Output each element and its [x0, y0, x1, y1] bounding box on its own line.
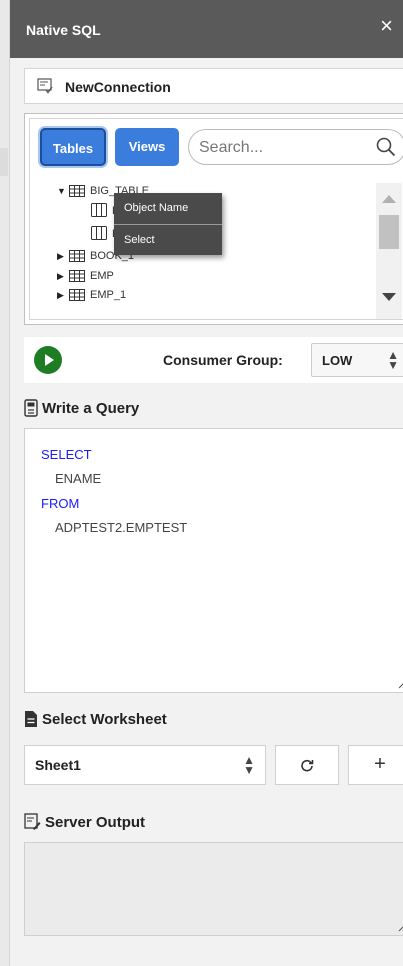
server-output-icon — [24, 813, 41, 830]
table-icon — [69, 250, 85, 262]
refresh-button[interactable] — [275, 745, 339, 785]
worksheet-heading: Select Worksheet — [42, 711, 167, 728]
scroll-down-icon[interactable] — [382, 293, 396, 301]
left-edge-tab — [0, 148, 8, 176]
collapse-arrow-icon[interactable]: ▶ — [57, 287, 69, 303]
consumer-group-select[interactable]: LOW ▲ ▼ — [311, 343, 403, 377]
tab-views[interactable]: Views — [115, 128, 179, 166]
collapse-arrow-icon[interactable]: ▶ — [57, 248, 69, 264]
tree-item-emp-1[interactable]: ▶ EMP_1 — [57, 287, 126, 303]
resize-handle-icon[interactable] — [398, 679, 403, 689]
refresh-icon — [301, 759, 314, 772]
select-caret-icon: ▲ ▼ — [387, 348, 399, 372]
search-placeholder: Search... — [199, 139, 264, 156]
server-output-box[interactable] — [24, 842, 403, 936]
tab-tables[interactable]: Tables — [40, 128, 106, 166]
query-icon — [24, 399, 38, 417]
select-caret-icon: ▲ ▼ — [243, 753, 255, 777]
consumer-group-label: Consumer Group: — [163, 352, 283, 368]
column-icon — [91, 226, 107, 240]
query-keyword: FROM — [41, 496, 80, 511]
context-menu-object-name[interactable]: Object Name — [114, 193, 222, 223]
table-icon — [69, 185, 85, 197]
query-keyword: SELECT — [41, 447, 92, 462]
worksheet-value: Sheet1 — [35, 757, 81, 773]
server-output-heading: Server Output — [45, 814, 146, 831]
context-menu: Object Name Select — [114, 193, 222, 255]
connection-icon — [37, 78, 53, 94]
tree-item-label: EMP — [90, 270, 114, 282]
query-heading: Write a Query — [42, 400, 140, 417]
panel-title: Native SQL — [26, 22, 101, 38]
consumer-group-bar: Consumer Group: LOW ▲ ▼ — [24, 337, 403, 383]
title-bar: Native SQL × — [10, 0, 403, 58]
tree-scrollbar[interactable] — [376, 183, 402, 319]
column-icon — [91, 203, 107, 217]
worksheet-select[interactable]: Sheet1 ▲ ▼ — [24, 745, 266, 785]
table-icon — [69, 270, 85, 282]
consumer-group-value: LOW — [322, 353, 353, 368]
query-editor[interactable]: SELECT ENAME FROM ADPTEST2.EMPTEST — [24, 428, 403, 693]
context-menu-select[interactable]: Select — [114, 224, 222, 254]
scroll-up-icon[interactable] — [382, 195, 396, 203]
close-icon[interactable]: × — [380, 15, 393, 37]
run-icon[interactable] — [34, 346, 62, 374]
search-icon[interactable] — [375, 136, 397, 158]
add-worksheet-button[interactable]: + — [348, 745, 403, 785]
query-identifier: ENAME — [55, 471, 102, 486]
search-input[interactable]: Search... — [188, 129, 403, 165]
tree-item-emp[interactable]: ▶ EMP — [57, 268, 114, 284]
worksheet-icon — [25, 711, 37, 727]
scroll-thumb[interactable] — [379, 215, 399, 249]
resize-handle-icon[interactable] — [398, 922, 403, 932]
query-identifier: ADPTEST2.EMPTEST — [55, 520, 188, 535]
table-icon — [69, 289, 85, 301]
expand-arrow-icon[interactable]: ▼ — [57, 183, 69, 199]
left-edge — [0, 0, 10, 966]
connection-name: NewConnection — [65, 79, 171, 95]
connection-selector[interactable]: NewConnection — [24, 68, 403, 104]
native-sql-panel: Native SQL × NewConnection Tables Views … — [10, 0, 403, 966]
tree-item-label: EMP_1 — [90, 289, 127, 301]
collapse-arrow-icon[interactable]: ▶ — [57, 268, 69, 284]
